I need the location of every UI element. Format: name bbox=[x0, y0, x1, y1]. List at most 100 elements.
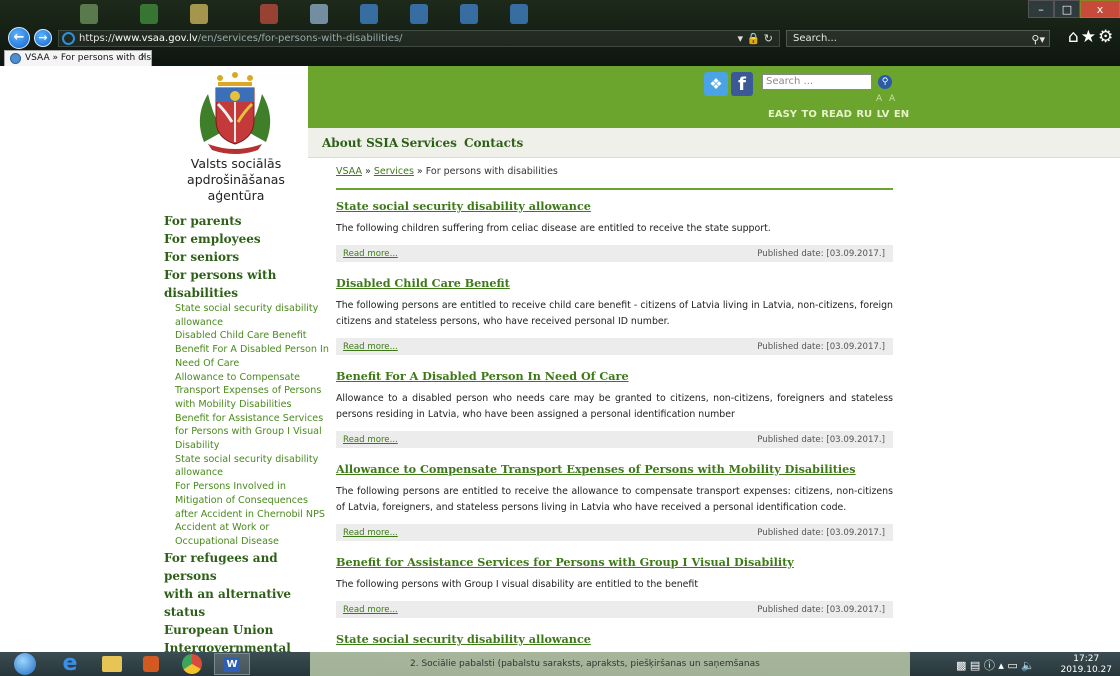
browser-search-box[interactable]: Search... ⚲▾ bbox=[786, 30, 1050, 47]
nav-intergovernmental-agreements[interactable]: Intergovernmental agreements bbox=[164, 639, 329, 652]
nav-sub-item[interactable]: Accident at Work or Occupational Disease bbox=[164, 521, 329, 548]
facebook-icon[interactable]: f bbox=[731, 72, 753, 96]
article: State social security disability allowan… bbox=[336, 632, 893, 646]
nav-for-persons-with-disabilities[interactable]: For persons with disabilities bbox=[164, 266, 329, 302]
nav-sub-item[interactable]: Benefit for Assistance Services for Pers… bbox=[164, 412, 329, 453]
article-title-link[interactable]: Allowance to Compensate Transport Expens… bbox=[336, 462, 893, 476]
nav-intergov-line1: Intergovernmental bbox=[164, 640, 291, 652]
article-body: The following children suffering from ce… bbox=[336, 223, 771, 234]
article: Benefit for Assistance Services for Pers… bbox=[336, 555, 893, 618]
nav-sub-item[interactable]: State social security disability allowan… bbox=[164, 453, 329, 480]
settings-gear-icon[interactable]: ⚙ bbox=[1098, 27, 1115, 47]
tab-close-icon[interactable]: × bbox=[139, 52, 147, 62]
read-more-link[interactable]: Read more... bbox=[343, 435, 398, 445]
clock[interactable]: 17:27 2019.10.27 bbox=[1060, 654, 1112, 676]
nav-sub-item[interactable]: For Persons Involved in Mitigation of Co… bbox=[164, 480, 329, 521]
article-footer: Read more... Published date: [03.09.2017… bbox=[336, 601, 893, 618]
article-title-link[interactable]: State social security disability allowan… bbox=[336, 632, 893, 646]
breadcrumb-services-link[interactable]: Services bbox=[374, 166, 414, 177]
article-body: Allowance to a disabled person who needs… bbox=[336, 393, 893, 420]
start-button[interactable] bbox=[6, 653, 46, 675]
volume-icon[interactable]: 🔈 bbox=[1021, 659, 1035, 672]
nav-sub-item[interactable]: Disabled Child Care Benefit bbox=[164, 329, 329, 343]
clock-date: 2019.10.27 bbox=[1060, 665, 1112, 675]
back-button[interactable]: ← bbox=[8, 27, 30, 49]
tray-app-icon[interactable]: ▩ bbox=[956, 659, 966, 672]
menu-about[interactable]: About SSIA bbox=[322, 136, 398, 150]
tab-favicon-icon bbox=[10, 53, 21, 64]
published-date: Published date: [03.09.2017.] bbox=[757, 528, 885, 538]
internet-explorer-icon[interactable]: e bbox=[52, 653, 88, 675]
read-more-link[interactable]: Read more... bbox=[343, 605, 398, 615]
close-window-button[interactable]: x bbox=[1080, 0, 1120, 18]
nav-for-employees[interactable]: For employees bbox=[164, 230, 329, 248]
nav-for-seniors[interactable]: For seniors bbox=[164, 248, 329, 266]
read-more-link[interactable]: Read more... bbox=[343, 528, 398, 538]
chrome-icon[interactable] bbox=[174, 653, 210, 675]
article-title-link[interactable]: Benefit For A Disabled Person In Need Of… bbox=[336, 369, 893, 383]
dropdown-icon[interactable]: ▾ bbox=[738, 32, 744, 45]
desktop-background bbox=[60, 0, 580, 28]
home-icon[interactable]: ⌂ bbox=[1068, 27, 1081, 47]
social-links: ❖ f bbox=[704, 72, 753, 96]
system-tray: ▩ ▤ ⓘ ▴ ▭ 🔈 bbox=[956, 657, 1035, 673]
article-title-link[interactable]: State social security disability allowan… bbox=[336, 199, 893, 213]
file-explorer-icon[interactable] bbox=[94, 653, 130, 675]
browser-toolbar-icons: ⌂★⚙ bbox=[1068, 27, 1115, 47]
search-icon[interactable]: ⚲▾ bbox=[1031, 33, 1045, 46]
breadcrumb: VSAA » Services » For persons with disab… bbox=[336, 166, 893, 188]
article: Allowance to Compensate Transport Expens… bbox=[336, 462, 893, 541]
nav-european-union[interactable]: European Union bbox=[164, 621, 329, 639]
lock-icon[interactable]: 🔒 bbox=[747, 32, 761, 45]
article: Disabled Child Care Benefit The followin… bbox=[336, 276, 893, 355]
url-domain: www.vsaa.gov.lv bbox=[114, 33, 198, 44]
help-icon[interactable]: ⓘ bbox=[984, 659, 995, 672]
tray-expand-icon[interactable]: ▴ bbox=[998, 659, 1004, 672]
article-footer: Read more... Published date: [03.09.2017… bbox=[336, 524, 893, 541]
favorites-star-icon[interactable]: ★ bbox=[1081, 27, 1098, 47]
taskbar-document-preview[interactable]: 2. Sociālie pabalsti (pabalstu saraksts,… bbox=[310, 652, 910, 676]
article-title-link[interactable]: Disabled Child Care Benefit bbox=[336, 276, 893, 290]
read-more-link[interactable]: Read more... bbox=[343, 342, 398, 352]
article-footer: Read more... Published date: [03.09.2017… bbox=[336, 338, 893, 355]
forward-button[interactable]: → bbox=[34, 29, 52, 47]
monitor-icon[interactable]: ▭ bbox=[1007, 659, 1017, 672]
site-search-button[interactable]: ⚲ bbox=[878, 75, 892, 89]
latvia-coat-of-arms-icon bbox=[199, 72, 271, 154]
nav-for-parents[interactable]: For parents bbox=[164, 212, 329, 230]
office-app-icon[interactable] bbox=[134, 653, 170, 675]
site-logo[interactable]: Valsts sociālās apdrošināšanas aģentūra bbox=[160, 66, 308, 203]
arrow-left-icon: ← bbox=[13, 30, 25, 45]
menu-services[interactable]: Services bbox=[401, 136, 457, 150]
taskbar: e W 2. Sociālie pabalsti (pabalstu sarak… bbox=[0, 652, 1120, 676]
twitter-icon[interactable]: ❖ bbox=[704, 72, 728, 96]
browser-chrome: – □ x ← → https://www.vsaa.gov.lv/en/ser… bbox=[0, 0, 1120, 66]
article-title-link[interactable]: Benefit for Assistance Services for Pers… bbox=[336, 555, 893, 569]
article-body: The following persons are entitled to re… bbox=[336, 486, 893, 513]
language-links[interactable]: EASY TO READ RU LV EN bbox=[768, 109, 909, 120]
site-search-input[interactable]: Search ... bbox=[762, 74, 872, 90]
browser-tab[interactable]: VSAA » For persons with dis... × bbox=[4, 50, 160, 66]
menu-contacts[interactable]: Contacts bbox=[464, 136, 523, 150]
published-date: Published date: [03.09.2017.] bbox=[757, 342, 885, 352]
window-controls: – □ x bbox=[1028, 0, 1120, 20]
nav-sub-item[interactable]: Allowance to Compensate Transport Expens… bbox=[164, 371, 329, 412]
word-label: W bbox=[224, 657, 240, 672]
refresh-icon[interactable]: ↻ bbox=[764, 32, 773, 45]
nav-for-refugees[interactable]: For refugees and persons with an alterna… bbox=[164, 549, 329, 621]
address-tools: ▾ 🔒 ↻ bbox=[738, 32, 773, 45]
nav-sub-item[interactable]: State social security disability allowan… bbox=[164, 302, 329, 329]
maximize-button[interactable]: □ bbox=[1054, 0, 1080, 18]
address-url: https://www.vsaa.gov.lv/en/services/for-… bbox=[79, 33, 403, 44]
web-page: Valsts sociālās apdrošināšanas aģentūra … bbox=[0, 66, 1120, 652]
font-size-toggle[interactable]: A A bbox=[876, 94, 897, 104]
network-icon[interactable]: ▤ bbox=[970, 659, 980, 672]
minimize-button[interactable]: – bbox=[1028, 0, 1054, 18]
read-more-link[interactable]: Read more... bbox=[343, 249, 398, 259]
word-icon[interactable]: W bbox=[214, 653, 250, 675]
nav-sub-item[interactable]: Benefit For A Disabled Person In Need Of… bbox=[164, 343, 329, 370]
article-body: The following persons are entitled to re… bbox=[336, 300, 893, 327]
breadcrumb-home-link[interactable]: VSAA bbox=[336, 166, 362, 177]
address-bar[interactable]: https://www.vsaa.gov.lv/en/services/for-… bbox=[58, 30, 780, 47]
article-body: The following persons with Group I visua… bbox=[336, 579, 699, 590]
